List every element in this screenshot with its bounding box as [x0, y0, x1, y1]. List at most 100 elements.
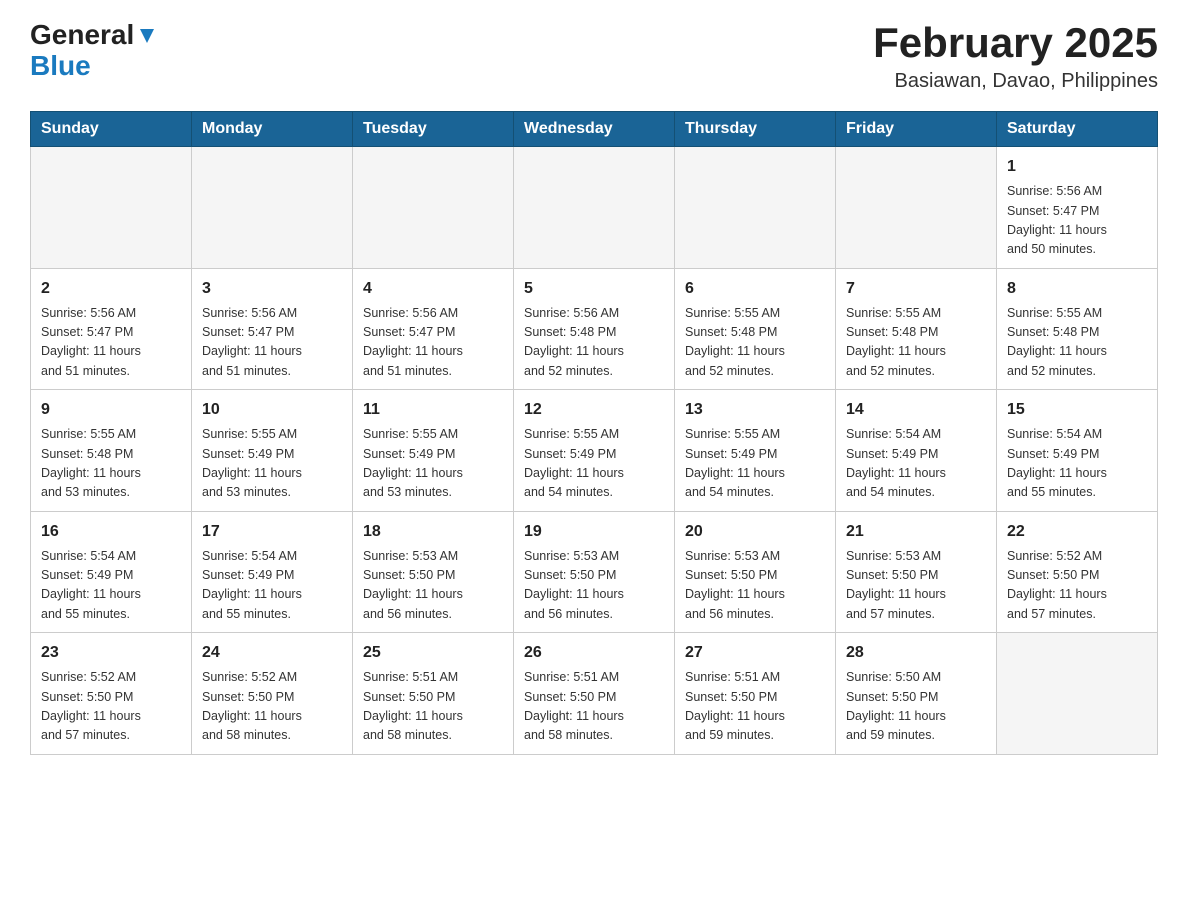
calendar-cell: 21 Sunrise: 5:53 AMSunset: 5:50 PMDayligh…: [836, 511, 997, 633]
calendar-cell: 15 Sunrise: 5:54 AMSunset: 5:49 PMDayligh…: [997, 390, 1158, 512]
title-area: February 2025 Basiawan, Davao, Philippin…: [873, 20, 1158, 93]
day-number: 18: [363, 520, 503, 544]
day-number: 14: [846, 398, 986, 422]
day-info: Sunrise: 5:54 AMSunset: 5:49 PMDaylight:…: [846, 425, 986, 503]
day-number: 25: [363, 641, 503, 665]
calendar-cell: 19 Sunrise: 5:53 AMSunset: 5:50 PMDayligh…: [514, 511, 675, 633]
day-number: 28: [846, 641, 986, 665]
logo: General Blue: [30, 20, 158, 82]
day-number: 3: [202, 277, 342, 301]
calendar-cell: 8 Sunrise: 5:55 AMSunset: 5:48 PMDaylight…: [997, 268, 1158, 390]
logo-general-text: General: [30, 20, 134, 51]
day-number: 1: [1007, 155, 1147, 179]
day-info: Sunrise: 5:56 AMSunset: 5:47 PMDaylight:…: [363, 304, 503, 382]
day-number: 10: [202, 398, 342, 422]
day-number: 26: [524, 641, 664, 665]
day-number: 19: [524, 520, 664, 544]
day-number: 6: [685, 277, 825, 301]
day-info: Sunrise: 5:55 AMSunset: 5:49 PMDaylight:…: [524, 425, 664, 503]
calendar-cell: 26 Sunrise: 5:51 AMSunset: 5:50 PMDayligh…: [514, 633, 675, 755]
day-number: 24: [202, 641, 342, 665]
day-number: 4: [363, 277, 503, 301]
calendar-cell: 27 Sunrise: 5:51 AMSunset: 5:50 PMDayligh…: [675, 633, 836, 755]
calendar-week-row: 9 Sunrise: 5:55 AMSunset: 5:48 PMDaylight…: [31, 390, 1158, 512]
day-number: 17: [202, 520, 342, 544]
calendar-header: SundayMondayTuesdayWednesdayThursdayFrid…: [31, 112, 1158, 147]
day-info: Sunrise: 5:52 AMSunset: 5:50 PMDaylight:…: [202, 668, 342, 746]
day-info: Sunrise: 5:55 AMSunset: 5:48 PMDaylight:…: [1007, 304, 1147, 382]
day-number: 23: [41, 641, 181, 665]
calendar-cell: 25 Sunrise: 5:51 AMSunset: 5:50 PMDayligh…: [353, 633, 514, 755]
day-info: Sunrise: 5:53 AMSunset: 5:50 PMDaylight:…: [524, 547, 664, 625]
calendar-cell: 13 Sunrise: 5:55 AMSunset: 5:49 PMDayligh…: [675, 390, 836, 512]
calendar-cell: 23 Sunrise: 5:52 AMSunset: 5:50 PMDayligh…: [31, 633, 192, 755]
day-info: Sunrise: 5:52 AMSunset: 5:50 PMDaylight:…: [41, 668, 181, 746]
day-info: Sunrise: 5:55 AMSunset: 5:49 PMDaylight:…: [685, 425, 825, 503]
calendar-cell: [997, 633, 1158, 755]
day-number: 15: [1007, 398, 1147, 422]
calendar-cell: 10 Sunrise: 5:55 AMSunset: 5:49 PMDayligh…: [192, 390, 353, 512]
calendar-cell: [192, 147, 353, 269]
calendar-cell: 24 Sunrise: 5:52 AMSunset: 5:50 PMDayligh…: [192, 633, 353, 755]
day-info: Sunrise: 5:55 AMSunset: 5:48 PMDaylight:…: [846, 304, 986, 382]
day-number: 20: [685, 520, 825, 544]
day-info: Sunrise: 5:51 AMSunset: 5:50 PMDaylight:…: [363, 668, 503, 746]
calendar-cell: [675, 147, 836, 269]
calendar-cell: 18 Sunrise: 5:53 AMSunset: 5:50 PMDayligh…: [353, 511, 514, 633]
day-number: 5: [524, 277, 664, 301]
day-info: Sunrise: 5:52 AMSunset: 5:50 PMDaylight:…: [1007, 547, 1147, 625]
day-number: 12: [524, 398, 664, 422]
day-number: 8: [1007, 277, 1147, 301]
day-info: Sunrise: 5:53 AMSunset: 5:50 PMDaylight:…: [363, 547, 503, 625]
day-info: Sunrise: 5:54 AMSunset: 5:49 PMDaylight:…: [1007, 425, 1147, 503]
calendar-week-row: 1 Sunrise: 5:56 AMSunset: 5:47 PMDaylight…: [31, 147, 1158, 269]
weekday-header-tuesday: Tuesday: [353, 112, 514, 147]
calendar-cell: 2Sunrise: 5:56 AMSunset: 5:47 PMDaylight…: [31, 268, 192, 390]
weekday-header-thursday: Thursday: [675, 112, 836, 147]
weekday-header-wednesday: Wednesday: [514, 112, 675, 147]
calendar-cell: 11 Sunrise: 5:55 AMSunset: 5:49 PMDayligh…: [353, 390, 514, 512]
calendar-cell: 3 Sunrise: 5:56 AMSunset: 5:47 PMDaylight…: [192, 268, 353, 390]
calendar-week-row: 23 Sunrise: 5:52 AMSunset: 5:50 PMDayligh…: [31, 633, 1158, 755]
day-info: Sunrise: 5:55 AMSunset: 5:48 PMDaylight:…: [685, 304, 825, 382]
day-number: 11: [363, 398, 503, 422]
day-info: Sunrise: 5:53 AMSunset: 5:50 PMDaylight:…: [846, 547, 986, 625]
day-number: 13: [685, 398, 825, 422]
location-title: Basiawan, Davao, Philippines: [873, 70, 1158, 93]
day-info: Sunrise: 5:55 AMSunset: 5:49 PMDaylight:…: [363, 425, 503, 503]
weekday-header-friday: Friday: [836, 112, 997, 147]
calendar-week-row: 16 Sunrise: 5:54 AMSunset: 5:49 PMDayligh…: [31, 511, 1158, 633]
day-info: Sunrise: 5:56 AMSunset: 5:47 PMDaylight:…: [41, 304, 181, 382]
day-info: Sunrise: 5:54 AMSunset: 5:49 PMDaylight:…: [41, 547, 181, 625]
day-info: Sunrise: 5:56 AMSunset: 5:47 PMDaylight:…: [202, 304, 342, 382]
day-number: 16: [41, 520, 181, 544]
calendar-cell: 9 Sunrise: 5:55 AMSunset: 5:48 PMDaylight…: [31, 390, 192, 512]
calendar-cell: 12 Sunrise: 5:55 AMSunset: 5:49 PMDayligh…: [514, 390, 675, 512]
calendar-cell: 17 Sunrise: 5:54 AMSunset: 5:49 PMDayligh…: [192, 511, 353, 633]
day-number: 27: [685, 641, 825, 665]
calendar-table: SundayMondayTuesdayWednesdayThursdayFrid…: [30, 111, 1158, 755]
calendar-body: 1 Sunrise: 5:56 AMSunset: 5:47 PMDaylight…: [31, 147, 1158, 755]
month-title: February 2025: [873, 20, 1158, 66]
calendar-cell: 28Sunrise: 5:50 AMSunset: 5:50 PMDayligh…: [836, 633, 997, 755]
day-number: 9: [41, 398, 181, 422]
day-info: Sunrise: 5:53 AMSunset: 5:50 PMDaylight:…: [685, 547, 825, 625]
day-number: 21: [846, 520, 986, 544]
logo-triangle-icon: [136, 25, 158, 47]
weekday-header-sunday: Sunday: [31, 112, 192, 147]
weekday-header-row: SundayMondayTuesdayWednesdayThursdayFrid…: [31, 112, 1158, 147]
day-info: Sunrise: 5:56 AMSunset: 5:47 PMDaylight:…: [1007, 182, 1147, 260]
day-info: Sunrise: 5:55 AMSunset: 5:48 PMDaylight:…: [41, 425, 181, 503]
calendar-cell: [836, 147, 997, 269]
calendar-cell: 22 Sunrise: 5:52 AMSunset: 5:50 PMDayligh…: [997, 511, 1158, 633]
day-info: Sunrise: 5:55 AMSunset: 5:49 PMDaylight:…: [202, 425, 342, 503]
day-info: Sunrise: 5:51 AMSunset: 5:50 PMDaylight:…: [524, 668, 664, 746]
calendar-cell: 6 Sunrise: 5:55 AMSunset: 5:48 PMDaylight…: [675, 268, 836, 390]
day-number: 22: [1007, 520, 1147, 544]
day-info: Sunrise: 5:51 AMSunset: 5:50 PMDaylight:…: [685, 668, 825, 746]
page-header: General Blue February 2025 Basiawan, Dav…: [30, 20, 1158, 93]
calendar-cell: 1 Sunrise: 5:56 AMSunset: 5:47 PMDaylight…: [997, 147, 1158, 269]
weekday-header-monday: Monday: [192, 112, 353, 147]
day-info: Sunrise: 5:54 AMSunset: 5:49 PMDaylight:…: [202, 547, 342, 625]
calendar-cell: 14 Sunrise: 5:54 AMSunset: 5:49 PMDayligh…: [836, 390, 997, 512]
